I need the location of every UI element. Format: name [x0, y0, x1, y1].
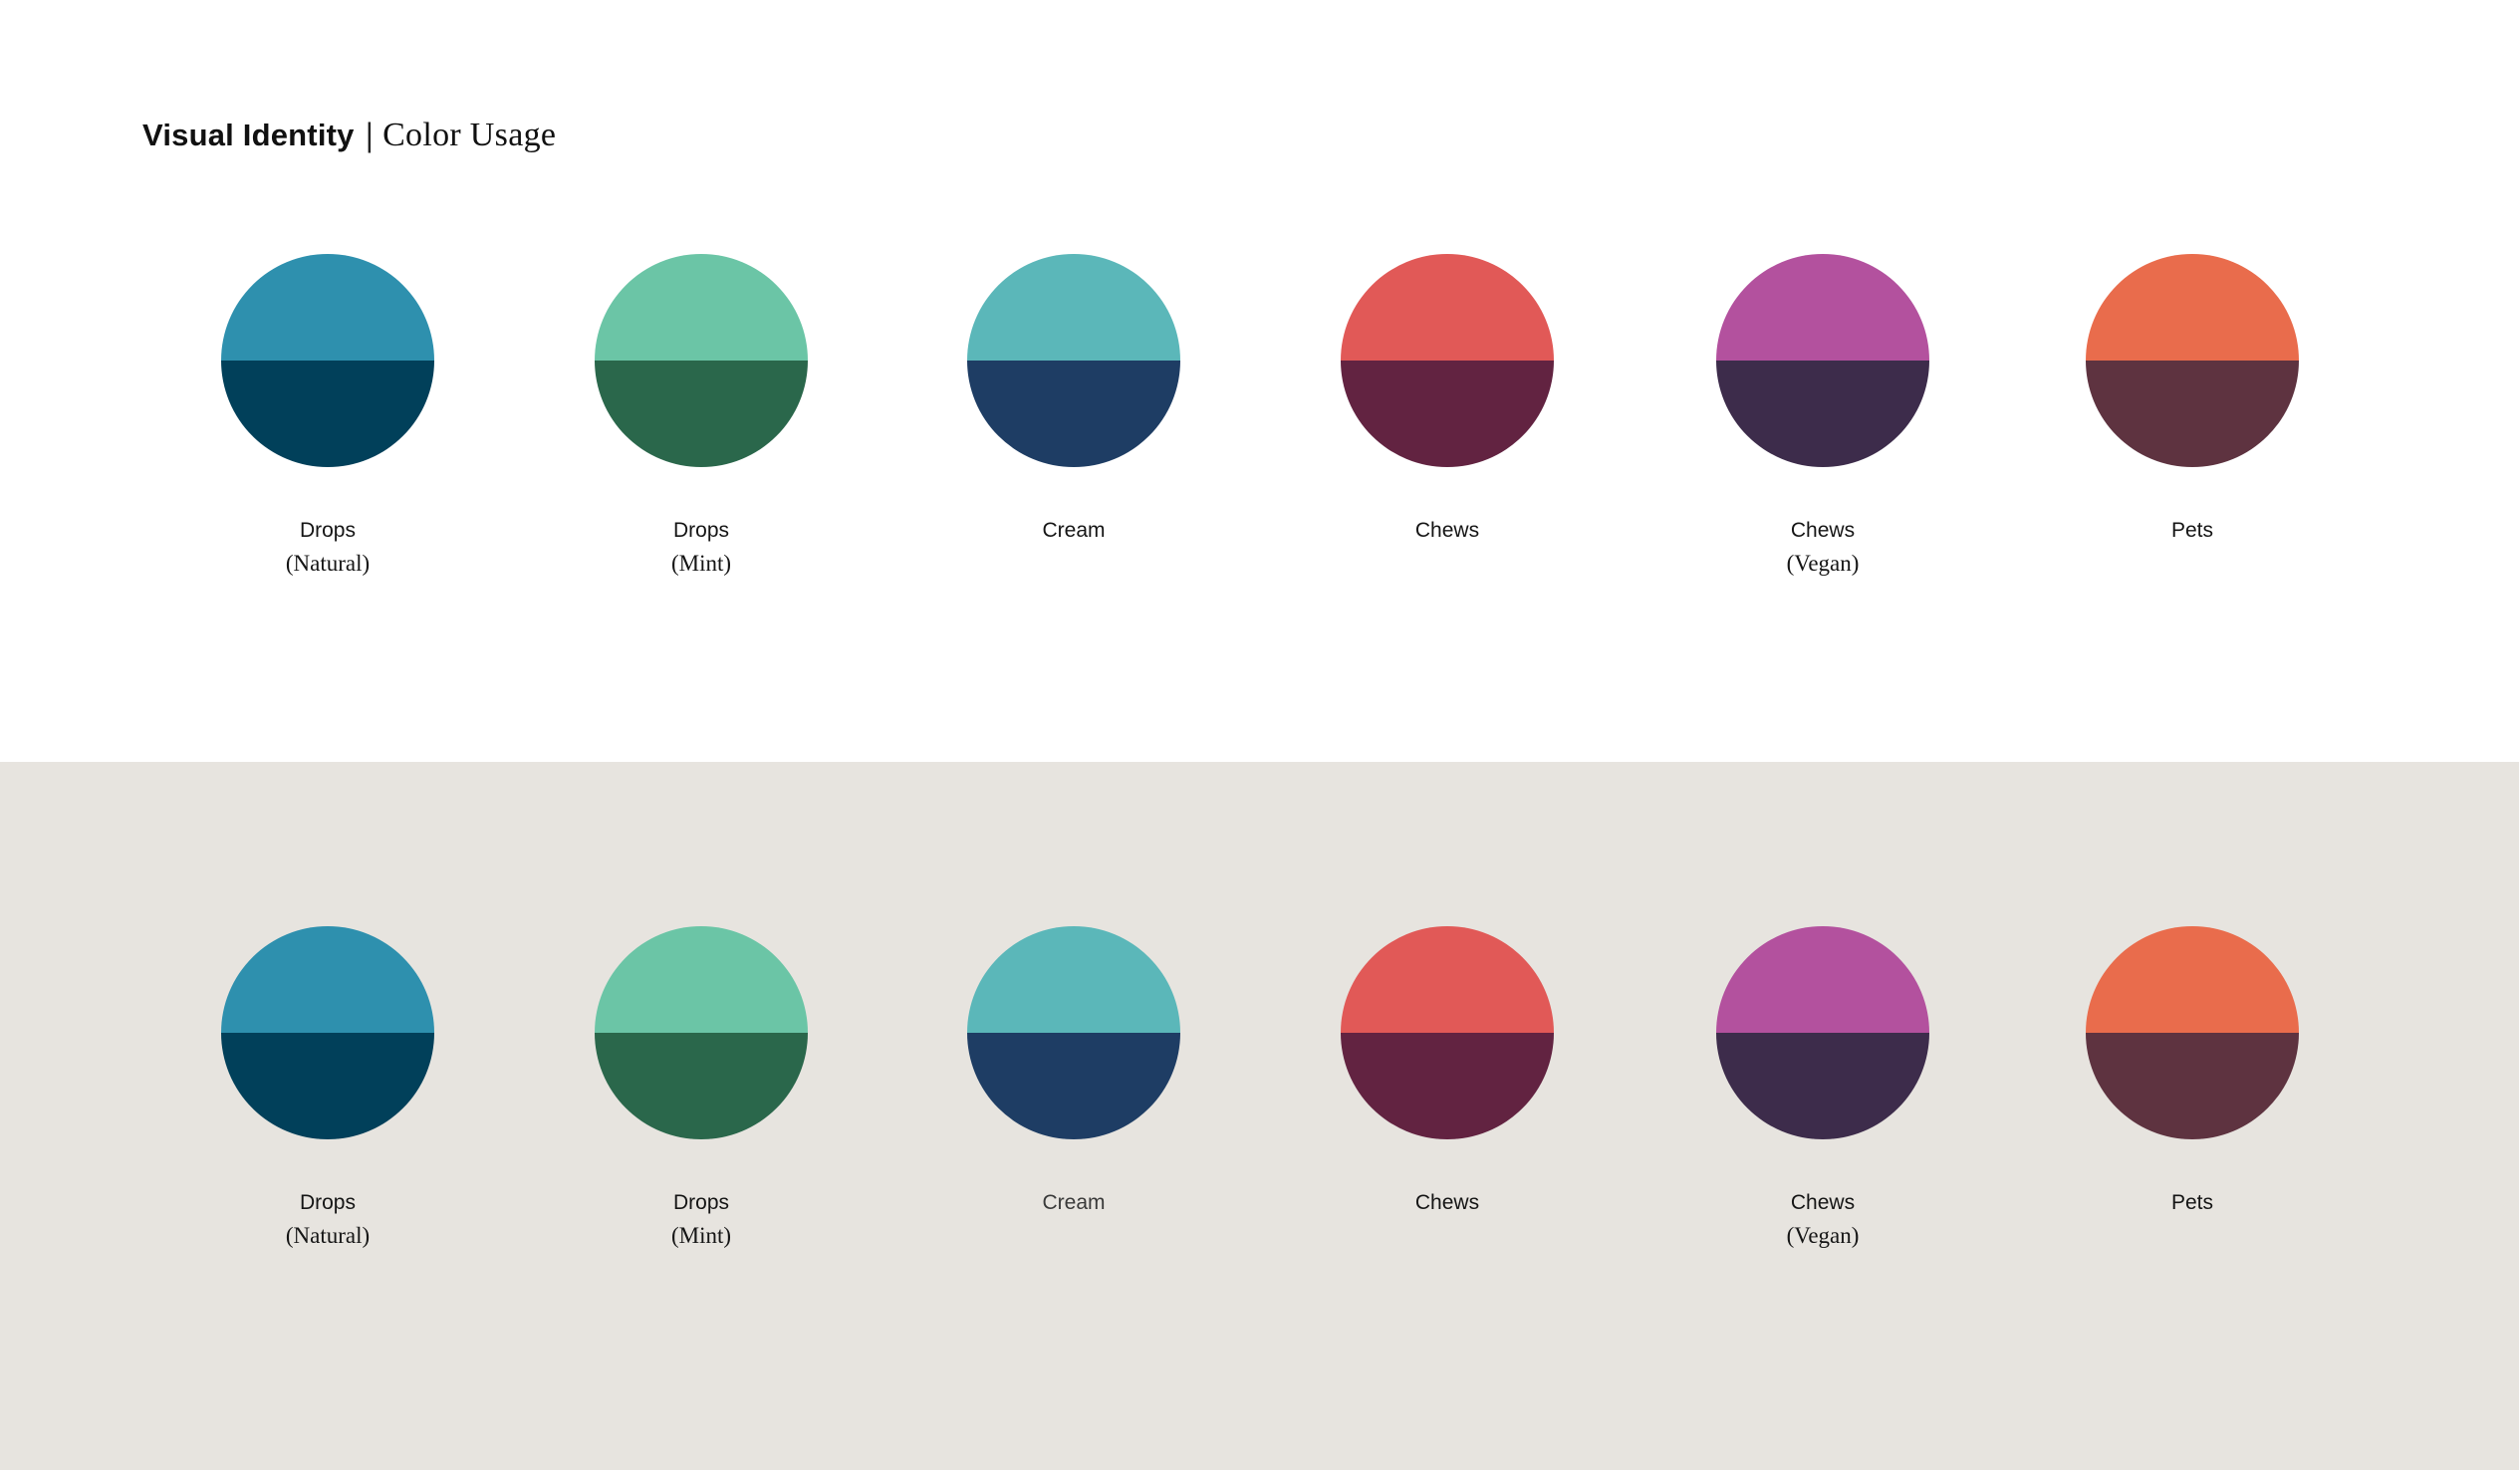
swatch-chews-vegan: Chews (Vegan)	[1693, 254, 1952, 580]
swatch-label: Cream	[1042, 514, 1105, 547]
swatch-label: Chews	[1415, 1186, 1479, 1219]
primary-color-half	[1341, 254, 1554, 361]
color-circle	[221, 254, 434, 467]
color-circle	[595, 926, 808, 1139]
secondary-color-half	[967, 1033, 1180, 1139]
swatch-name: Chews	[1414, 519, 1480, 542]
primary-color-half	[595, 254, 808, 361]
swatch-label: Chews	[1415, 514, 1479, 547]
swatch-variant: (Mint)	[670, 1223, 732, 1248]
secondary-color-half	[1716, 361, 1929, 467]
swatch-label: Drops (Natural)	[286, 1186, 370, 1252]
swatch-chews: Chews	[1318, 926, 1577, 1219]
primary-color-half	[221, 926, 434, 1033]
secondary-color-half	[221, 361, 434, 467]
swatch-label: Drops (Mint)	[671, 514, 731, 580]
color-circle	[1716, 254, 1929, 467]
swatch-name: Chews	[1414, 1191, 1480, 1214]
color-circle	[1341, 926, 1554, 1139]
primary-color-half	[2086, 254, 2299, 361]
color-circle	[967, 926, 1180, 1139]
swatch-chews-vegan: Chews (Vegan)	[1693, 926, 1952, 1252]
swatch-name: Drops	[299, 519, 356, 542]
swatch-variant: (Vegan)	[1786, 1223, 1860, 1248]
secondary-color-half	[1341, 361, 1554, 467]
title-secondary: Color Usage	[382, 117, 557, 153]
secondary-color-half	[221, 1033, 434, 1139]
secondary-color-half	[595, 1033, 808, 1139]
color-circle	[967, 254, 1180, 467]
swatch-name: Drops	[672, 1191, 730, 1214]
swatch-label: Pets	[2171, 1186, 2213, 1219]
swatch-name: Cream	[1042, 519, 1106, 542]
primary-color-half	[2086, 926, 2299, 1033]
swatch-label: Pets	[2171, 514, 2213, 547]
swatch-chews: Chews	[1318, 254, 1577, 547]
color-circle	[2086, 254, 2299, 467]
swatch-drops-natural: Drops (Natural)	[198, 254, 457, 580]
swatch-drops-mint: Drops (Mint)	[572, 926, 831, 1252]
secondary-color-half	[2086, 361, 2299, 467]
swatch-drops-mint: Drops (Mint)	[572, 254, 831, 580]
color-circle	[1716, 926, 1929, 1139]
primary-color-half	[595, 926, 808, 1033]
color-circle	[1341, 254, 1554, 467]
swatch-name: Chews	[1790, 1191, 1856, 1214]
swatch-pets: Pets	[2063, 254, 2322, 547]
secondary-color-half	[2086, 1033, 2299, 1139]
swatch-cream: Cream	[944, 926, 1203, 1219]
secondary-color-half	[595, 361, 808, 467]
primary-color-half	[1716, 926, 1929, 1033]
swatch-name: Drops	[299, 1191, 356, 1214]
primary-color-half	[1716, 254, 1929, 361]
page-title: Visual Identity | Color Usage	[142, 114, 556, 157]
swatch-name: Pets	[2170, 519, 2214, 542]
swatch-name: Pets	[2170, 1191, 2214, 1214]
swatch-pets: Pets	[2063, 926, 2322, 1219]
swatch-label: Chews (Vegan)	[1787, 514, 1860, 580]
swatch-name: Drops	[672, 519, 730, 542]
swatch-drops-natural: Drops (Natural)	[198, 926, 457, 1252]
swatch-label: Drops (Natural)	[286, 514, 370, 580]
swatch-label: Cream	[1042, 1186, 1105, 1219]
swatch-variant: (Natural)	[285, 1223, 371, 1248]
swatch-variant: (Vegan)	[1786, 551, 1860, 576]
primary-color-half	[967, 926, 1180, 1033]
title-separator: |	[364, 118, 376, 153]
secondary-color-half	[967, 361, 1180, 467]
swatch-name: Chews	[1790, 519, 1856, 542]
primary-color-half	[1341, 926, 1554, 1033]
secondary-color-half	[1341, 1033, 1554, 1139]
swatch-name: Cream	[1042, 1191, 1106, 1214]
swatch-label: Chews (Vegan)	[1787, 1186, 1860, 1252]
swatch-label: Drops (Mint)	[671, 1186, 731, 1252]
title-primary: Visual Identity	[142, 118, 355, 152]
swatch-cream: Cream	[944, 254, 1203, 547]
primary-color-half	[221, 254, 434, 361]
primary-color-half	[967, 254, 1180, 361]
color-circle	[221, 926, 434, 1139]
swatch-variant: (Natural)	[285, 551, 371, 576]
color-circle	[2086, 926, 2299, 1139]
swatch-variant: (Mint)	[670, 551, 732, 576]
secondary-color-half	[1716, 1033, 1929, 1139]
color-circle	[595, 254, 808, 467]
